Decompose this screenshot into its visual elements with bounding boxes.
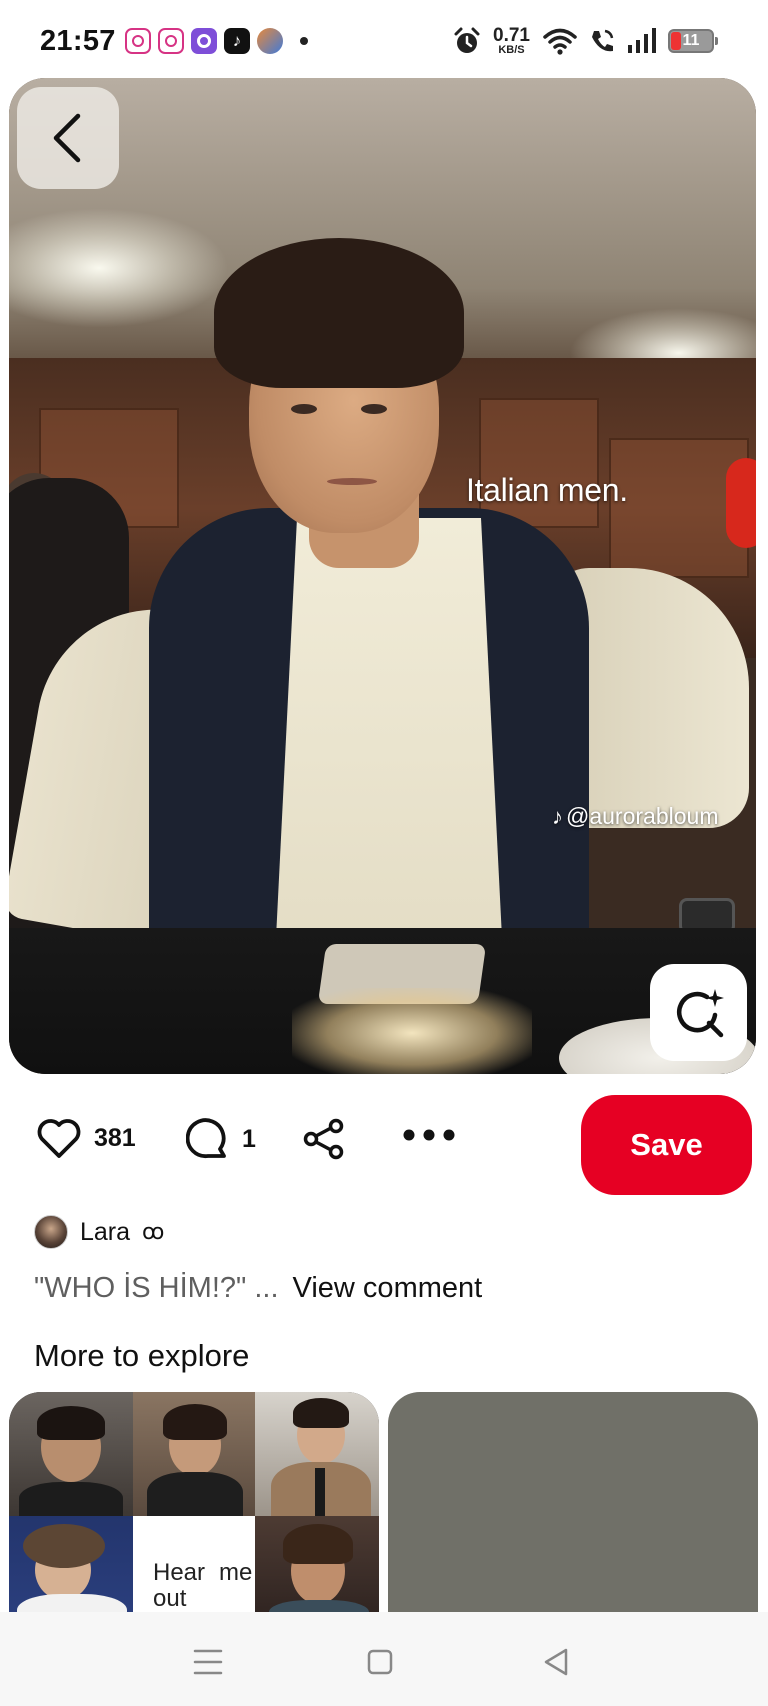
photo-shirt (274, 518, 504, 978)
home-button[interactable] (360, 1642, 400, 1682)
photo-subject (9, 508, 749, 978)
collage-hair (37, 1406, 105, 1440)
share-button[interactable] (302, 1117, 346, 1161)
avatar[interactable] (34, 1215, 68, 1249)
share-icon (303, 1118, 344, 1160)
pin-image[interactable] (9, 78, 756, 1074)
view-comment-link[interactable]: View comment (293, 1272, 483, 1305)
comment-text: "WHO İS HİM!?" ... (34, 1272, 279, 1304)
collage-tile (9, 1516, 133, 1622)
photo-eye (291, 404, 317, 414)
threads-icon (191, 28, 217, 54)
photo-hair (214, 238, 464, 388)
image-watermark-handle: @aurorabloum (566, 803, 719, 829)
more-horizontal-icon (403, 1129, 455, 1141)
comment-icon (186, 1118, 226, 1159)
explore-pin-card[interactable] (388, 1392, 758, 1622)
recent-apps-button[interactable] (188, 1642, 228, 1682)
network-speed-value: 0.71 (493, 25, 530, 46)
comment-author-badge: ꝏ (142, 1219, 165, 1244)
alarm-icon (454, 27, 480, 53)
signal-icon (628, 28, 656, 53)
save-button[interactable]: Save (581, 1095, 752, 1195)
explore-pin-card[interactable]: Hear me out (9, 1392, 379, 1622)
battery-fill (671, 32, 681, 50)
instagram-icon (158, 28, 184, 54)
collage-hair (293, 1398, 349, 1428)
collage-caption-word: out (153, 1585, 187, 1613)
collage-tile (255, 1516, 379, 1622)
visual-search-button[interactable] (650, 964, 747, 1061)
tiktok-icon: ♪ (224, 28, 250, 54)
collage-tile (255, 1392, 379, 1516)
status-time: 21:57 (40, 25, 116, 57)
pin-detail-screen: 21:57 ♪ 0.71 KB/S 11 Italian men. ♪ @aur… (0, 0, 768, 1706)
collage-body (19, 1482, 123, 1516)
tiktok-icon: ♪ (552, 803, 563, 829)
image-watermark: ♪ @aurorabloum (552, 803, 718, 830)
network-speed: 0.71 KB/S (493, 26, 530, 56)
photo-mouth (327, 478, 377, 485)
comment-author[interactable]: Lara ꝏ (34, 1215, 164, 1249)
game-icon (257, 28, 283, 54)
image-caption: Italian men. (466, 472, 628, 508)
visual-search-icon (676, 988, 724, 1037)
collage-caption-word: me (219, 1559, 253, 1586)
menu-icon (193, 1649, 223, 1675)
chevron-left-icon (53, 113, 81, 163)
back-nav-button[interactable] (536, 1642, 576, 1682)
more-notifications-dot (300, 37, 308, 45)
collage-caption-word: Hear (153, 1559, 206, 1586)
back-button[interactable] (17, 87, 119, 189)
battery-level: 11 (682, 32, 700, 49)
collage-tie (315, 1468, 325, 1516)
system-nav-bar (0, 1612, 768, 1706)
photo-eye (361, 404, 387, 414)
collage-hair (163, 1404, 227, 1440)
comment-preview[interactable]: "WHO İS HİM!?" ... View comment (34, 1272, 482, 1305)
collage-tile (133, 1392, 255, 1516)
system-indicators: 0.71 KB/S 11 (452, 26, 718, 56)
more-options-button[interactable] (402, 1127, 456, 1143)
instagram-icon (125, 28, 151, 54)
collage-tile (9, 1392, 133, 1516)
like-action[interactable]: 381 (36, 1117, 136, 1159)
triangle-back-icon (544, 1648, 568, 1676)
notification-icons: ♪ (125, 28, 308, 54)
collage-hair (23, 1524, 105, 1568)
battery-indicator: 11 (668, 29, 718, 53)
collage-caption: Hear me out (153, 1559, 253, 1613)
collage-body (147, 1472, 243, 1516)
status-bar: 21:57 ♪ 0.71 KB/S 11 (0, 0, 768, 78)
like-count: 381 (94, 1123, 136, 1152)
square-icon (367, 1649, 393, 1675)
section-title: More to explore (34, 1338, 250, 1373)
comment-author-name: Lara (80, 1217, 131, 1246)
heart-icon (37, 1119, 81, 1158)
pin-actions: 381 1 Save (0, 1095, 768, 1195)
comment-action[interactable]: 1 (186, 1117, 256, 1161)
wifi-calling-icon (592, 29, 614, 52)
comment-count: 1 (242, 1124, 256, 1153)
collage-hair (283, 1524, 353, 1564)
photo-glass (292, 988, 532, 1074)
network-speed-unit: KB/S (498, 44, 525, 56)
wifi-icon (543, 28, 577, 55)
collage-tile: Hear me out (133, 1516, 255, 1622)
